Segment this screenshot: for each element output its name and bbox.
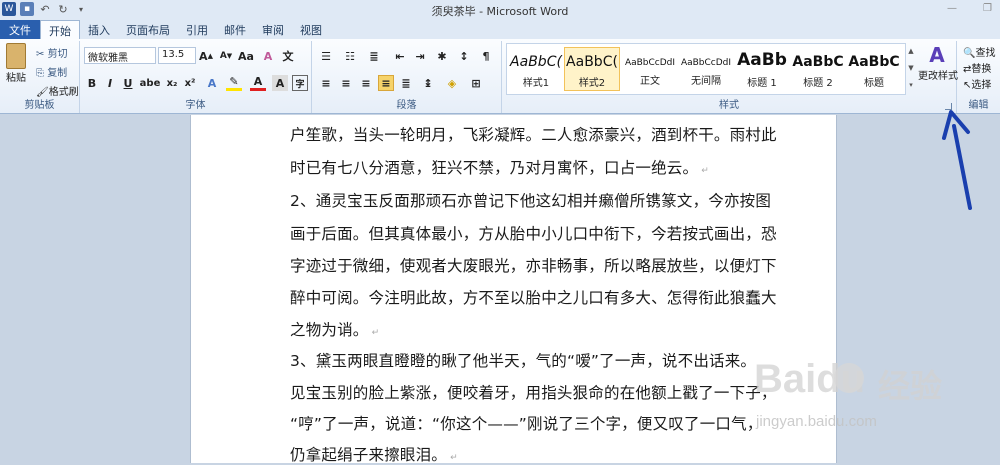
borders-icon[interactable]: ⊞ [468, 75, 484, 91]
italic-icon[interactable]: I [102, 75, 118, 91]
highlight-icon[interactable]: ✎ [226, 75, 242, 91]
tab-home[interactable]: 开始 [40, 20, 80, 39]
paste-icon [6, 43, 26, 69]
paw-icon [834, 363, 864, 393]
tab-page-layout[interactable]: 页面布局 [118, 20, 178, 39]
shading-icon[interactable]: ◈ [444, 75, 460, 91]
style-item-2[interactable]: AaBbC(样式2 [564, 47, 620, 91]
underline-icon[interactable]: U [120, 75, 136, 91]
decrease-indent-icon[interactable]: ⇤ [392, 48, 408, 64]
doc-line-5: 字迹过于微细，使观者大废眼光，亦非畅事，所以略展放些，以便灯下 [290, 257, 777, 275]
font-color-icon[interactable]: A [250, 75, 266, 91]
align-center-icon[interactable]: ≡ [338, 75, 354, 91]
sort-icon[interactable]: ↕ [456, 48, 472, 64]
show-marks-icon[interactable]: ¶ [478, 48, 494, 64]
font-name-select[interactable]: 微软雅黑 [84, 47, 156, 64]
ribbon: 粘贴 ✂ 剪切 ⎘ 复制 🖌格式刷 剪贴板 微软雅黑 13.5 A ▲ A ▼ Aa… [0, 39, 1000, 114]
bullets-icon[interactable]: ☰ [318, 48, 334, 64]
minimize-icon[interactable]: — [947, 3, 957, 14]
chinese-layout-icon[interactable]: ✱ [434, 48, 450, 64]
align-right-icon[interactable]: ≡ [358, 75, 374, 91]
justify-icon[interactable]: ≡ [378, 75, 394, 91]
restore-icon[interactable]: ❐ [983, 3, 992, 14]
grow-font-icon[interactable]: A ▲ [198, 48, 214, 64]
tab-mailings[interactable]: 邮件 [216, 20, 254, 39]
clear-format-icon[interactable]: A [260, 48, 276, 64]
style-item-no-spacing[interactable]: AaBbCcDdI 无间隔 [678, 47, 734, 91]
subscript-icon[interactable]: x₂ [164, 75, 180, 91]
doc-line-6: 醉中可阅。今注明此故，方不至以胎中之儿口有多大、怎得衔此狼蠢大 [290, 289, 777, 307]
font-group: 微软雅黑 13.5 A ▲ A ▼ Aa A 文 B I U abe x₂ x² A… [80, 41, 312, 113]
styles-scroll[interactable]: ▲ ▼ ▾ [906, 43, 916, 95]
copy-button[interactable]: ⎘ 复制 [36, 64, 67, 79]
annotation-arrow [942, 110, 972, 210]
clipboard-label: 剪贴板 [24, 100, 55, 111]
tab-view[interactable]: 视图 [292, 20, 330, 39]
style-item-1[interactable]: AaBbC(样式1 [508, 47, 564, 91]
tab-references[interactable]: 引用 [178, 20, 216, 39]
watermark-url: jingyan.baidu.com [756, 413, 877, 430]
doc-line-10: “哼”了一声，说道：“你这个——”刚说了三个字，便又叹了一口气， [290, 415, 763, 433]
select-button[interactable]: ↖选择 [963, 76, 991, 91]
watermark-cn: 经验 [878, 367, 943, 405]
align-left-icon[interactable]: ≡ [318, 75, 334, 91]
styles-group: AaBbC(样式1 AaBbC(样式2 AaBbCcDdI 正文 AaBbCcDd… [502, 41, 958, 113]
char-shading-icon[interactable]: A [272, 75, 288, 91]
shrink-font-icon[interactable]: A ▼ [218, 48, 234, 64]
superscript-icon[interactable]: x² [182, 75, 198, 91]
editing-group: 🔍查找 ⇄替换 ↖选择 编辑 [957, 41, 1000, 113]
phonetic-guide-icon[interactable]: 文 [280, 48, 296, 64]
style-item-normal[interactable]: AaBbCcDdI 正文 [622, 47, 678, 91]
distributed-icon[interactable]: ≣ [398, 75, 414, 91]
change-styles-icon: A [929, 43, 945, 67]
change-case-icon[interactable]: Aa [238, 48, 254, 64]
style-item-heading-2[interactable]: AaBbC 标题 2 [790, 47, 846, 91]
paste-label: 粘贴 [6, 73, 26, 84]
window-title: 须臾茶毕 - Microsoft Word [431, 5, 569, 18]
tab-file[interactable]: 文件 [0, 20, 40, 39]
style-item-heading-1[interactable]: AaBb 标题 1 [734, 47, 790, 91]
find-button[interactable]: 🔍查找 [963, 44, 995, 59]
replace-button[interactable]: ⇄替换 [963, 60, 991, 75]
tab-insert[interactable]: 插入 [80, 20, 118, 39]
cut-button[interactable]: ✂ 剪切 [36, 45, 68, 60]
ribbon-tabs: 文件 开始 插入 页面布局 引用 邮件 审阅 视图 [0, 20, 1000, 39]
strikethrough-icon[interactable]: abe [140, 75, 161, 91]
font-label: 字体 [185, 100, 206, 111]
doc-line-7: 之物为诮。 ↵ [290, 321, 380, 339]
title-bar: W ▪ ↶ ↻ ▾ 须臾茶毕 - Microsoft Word — ❐ [0, 0, 1000, 20]
enclose-char-icon[interactable]: 字 [292, 75, 308, 91]
doc-line-11: 仍拿起绢子来擦眼泪。 ↵ [290, 446, 458, 464]
doc-line-9: 见宝玉别的脸上紫涨，便咬着牙，用指头狠命的在他额上戳了一下子， [290, 384, 777, 402]
numbering-icon[interactable]: ☷ [342, 48, 358, 64]
multilevel-list-icon[interactable]: ≣ [366, 48, 382, 64]
paragraph-group: ☰ ☷ ≣ ⇤ ⇥ ✱ ↕ ¶ ≡ ≡ ≡ ≡ ≣ ↨ ◈ ⊞ 段落 [312, 41, 502, 113]
styles-label: 样式 [719, 100, 739, 111]
bold-icon[interactable]: B [84, 75, 100, 91]
baidu-jingyan-watermark: Baidu 经验 jingyan.baidu.com [740, 345, 980, 463]
style-item-title[interactable]: AaBbC 标题 [846, 47, 902, 91]
clipboard-group: 粘贴 ✂ 剪切 ⎘ 复制 🖌格式刷 剪贴板 [0, 41, 80, 113]
doc-line-3: 2、通灵宝玉反面那顽石亦曾记下他这幻相并癞僧所镌篆文，今亦按图 [290, 192, 772, 210]
line-spacing-icon[interactable]: ↨ [420, 75, 436, 91]
doc-line-1: 户笙歌，当头一轮明月，飞彩凝辉。二人愈添豪兴，酒到杯干。雨村此 [290, 126, 777, 144]
doc-line-8: 3、黛玉两眼直瞪瞪的瞅了他半天，气的“嗳”了一声，说不出话来。 [290, 352, 757, 370]
paragraph-label: 段落 [396, 100, 417, 111]
doc-line-4: 画于后面。但其真体最小，方从胎中小儿口中衔下，今若按式画出，恐 [290, 225, 777, 243]
paste-button[interactable]: 粘贴 [4, 43, 28, 84]
tab-review[interactable]: 审阅 [254, 20, 292, 39]
font-size-select[interactable]: 13.5 [158, 47, 196, 64]
change-styles-button[interactable]: A 更改样式 [918, 43, 958, 82]
doc-line-2: 时已有七八分酒意，狂兴不禁，乃对月寓怀，口占一绝云。 ↵ [290, 159, 710, 177]
increase-indent-icon[interactable]: ⇥ [412, 48, 428, 64]
text-effects-icon[interactable]: A [204, 75, 220, 91]
